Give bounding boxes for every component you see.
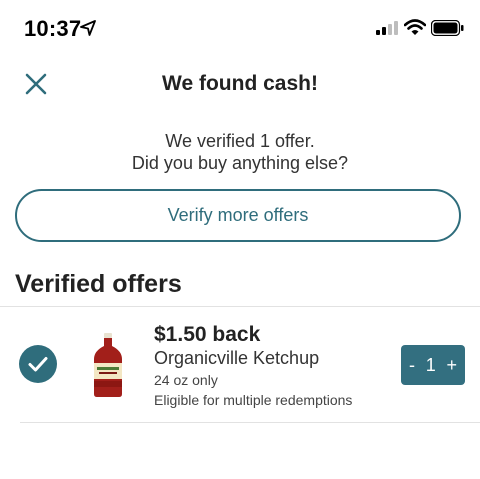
divider bbox=[20, 422, 480, 423]
decrement-button[interactable]: - bbox=[409, 355, 415, 376]
offer-size: 24 oz only bbox=[154, 372, 218, 388]
divider bbox=[0, 306, 480, 307]
page-title: We found cash! bbox=[162, 72, 318, 95]
battery-icon bbox=[431, 20, 464, 36]
increment-button[interactable]: + bbox=[446, 355, 457, 376]
verify-more-offers-button[interactable]: Verify more offers bbox=[15, 189, 461, 242]
offer-product-name: Organicville Ketchup bbox=[154, 348, 320, 368]
status-bar: 10:37 bbox=[0, 0, 480, 58]
offer-note: Eligible for multiple redemptions bbox=[154, 392, 353, 408]
status-time: 10:37 bbox=[24, 16, 82, 41]
checkmark-icon bbox=[19, 345, 57, 383]
location-arrow-icon bbox=[80, 20, 96, 36]
signal-icon bbox=[376, 21, 398, 35]
section-title: Verified offers bbox=[15, 270, 182, 298]
offer-amount: $1.50 back bbox=[154, 323, 261, 346]
question-message: Did you buy anything else? bbox=[131, 153, 349, 173]
product-image bbox=[94, 333, 122, 397]
verified-message: We verified 1 offer. bbox=[165, 131, 315, 151]
quantity-stepper[interactable]: - 1 + bbox=[401, 345, 465, 385]
quantity-value: 1 bbox=[425, 354, 436, 375]
wifi-icon bbox=[404, 19, 426, 35]
